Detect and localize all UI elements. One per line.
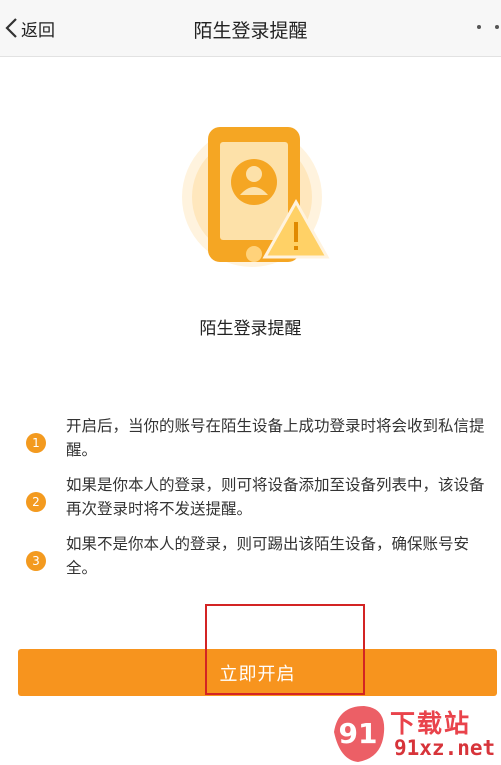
list-item: 2 如果是你本人的登录，则可将设备添加至设备列表中，该设备再次登录时将不发送提醒…: [24, 473, 494, 521]
tip-text: 如果不是你本人的登录，则可踢出该陌生设备，确保账号安全。: [66, 535, 470, 577]
feature-title: 陌生登录提醒: [199, 319, 302, 339]
list-item: 1 开启后，当你的账号在陌生设备上成功登录时将会收到私信提醒。: [24, 414, 494, 462]
tip-text: 如果是你本人的登录，则可将设备添加至设备列表中，该设备再次登录时将不发送提醒。: [66, 476, 485, 518]
watermark-domain: 91xz.net: [394, 736, 496, 760]
nav-bar: 返回 陌生登录提醒: [0, 0, 501, 57]
step-number-badge: 2: [26, 492, 46, 512]
more-menu-icon[interactable]: [477, 20, 499, 34]
step-number-badge: 1: [26, 433, 46, 453]
phone-warning-illustration: [182, 127, 330, 267]
watermark: 91 下载站 91xz.net: [328, 700, 500, 765]
step-number-badge: 3: [26, 551, 46, 571]
tips-list: 1 开启后，当你的账号在陌生设备上成功登录时将会收到私信提醒。 2 如果是你本人…: [24, 414, 494, 591]
tip-text: 开启后，当你的账号在陌生设备上成功登录时将会收到私信提醒。: [66, 417, 485, 459]
watermark-brand: 下载站: [390, 709, 472, 738]
list-item: 3 如果不是你本人的登录，则可踢出该陌生设备，确保账号安全。: [24, 532, 494, 580]
watermark-logo-text: 91: [339, 717, 378, 750]
page-title: 陌生登录提醒: [193, 20, 308, 42]
watermark-logo: 91: [334, 706, 385, 762]
enable-now-button[interactable]: 立即开启: [18, 649, 497, 696]
